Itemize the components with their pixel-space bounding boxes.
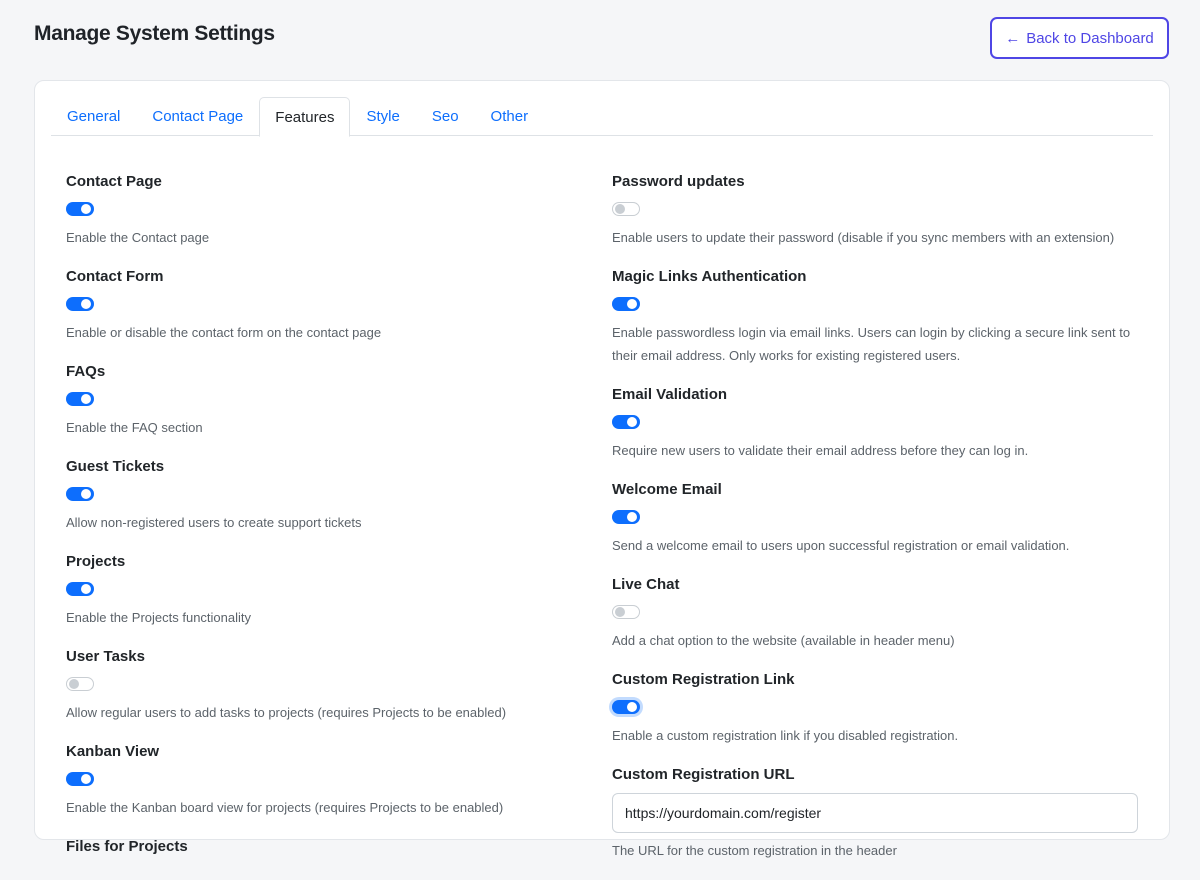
setting-label: Custom Registration URL	[612, 766, 795, 783]
live-chat-toggle[interactable]	[612, 605, 640, 619]
setting-magic-links: Magic Links Authentication Enable passwo…	[612, 267, 1142, 367]
tab-seo[interactable]: Seo	[416, 97, 475, 136]
settings-tabs: General Contact Page Features Style Seo …	[51, 97, 1153, 137]
setting-user-tasks: User Tasks Allow regular users to add ta…	[66, 647, 586, 724]
back-to-dashboard-button[interactable]: ← Back to Dashboard	[990, 17, 1169, 59]
tab-other[interactable]: Other	[475, 97, 545, 136]
setting-description: Enable or disable the contact form on th…	[66, 325, 382, 340]
setting-description: Enable users to update their password (d…	[612, 230, 1115, 245]
arrow-left-icon: ←	[1005, 29, 1021, 47]
setting-label: Guest Tickets	[66, 458, 165, 475]
setting-custom-registration-url: Custom Registration URL The URL for the …	[612, 765, 1142, 862]
setting-password-updates: Password updates Enable users to update …	[612, 172, 1142, 249]
left-settings-column: Contact Page Enable the Contact page Con…	[66, 172, 586, 875]
faqs-toggle[interactable]	[66, 392, 94, 406]
kanban-view-toggle[interactable]	[66, 772, 94, 786]
setting-label: Projects	[66, 553, 126, 570]
setting-description: Enable the Kanban board view for project…	[66, 800, 504, 815]
setting-description: Enable the Contact page	[66, 230, 210, 245]
setting-description: Allow non-registered users to create sup…	[66, 515, 362, 530]
right-settings-column: Password updates Enable users to update …	[612, 172, 1142, 880]
email-validation-toggle[interactable]	[612, 415, 640, 429]
tab-style[interactable]: Style	[350, 97, 415, 136]
setting-guest-tickets: Guest Tickets Allow non-registered users…	[66, 457, 586, 534]
setting-label: Contact Page	[66, 173, 162, 190]
user-tasks-toggle[interactable]	[66, 677, 94, 691]
guest-tickets-toggle[interactable]	[66, 487, 94, 501]
setting-label: Email Validation	[612, 386, 728, 403]
setting-welcome-email: Welcome Email Send a welcome email to us…	[612, 480, 1142, 557]
setting-label: Custom Registration Link	[612, 671, 795, 688]
tab-contact-page[interactable]: Contact Page	[136, 97, 259, 136]
custom-registration-url-input[interactable]	[612, 793, 1138, 833]
setting-description: Enable passwordless login via email link…	[612, 325, 1131, 363]
setting-files-for-projects: Files for Projects	[66, 837, 586, 857]
setting-kanban-view: Kanban View Enable the Kanban board view…	[66, 742, 586, 819]
setting-projects: Projects Enable the Projects functionali…	[66, 552, 586, 629]
setting-description: Enable the FAQ section	[66, 420, 203, 435]
setting-label: Password updates	[612, 173, 745, 190]
password-updates-toggle[interactable]	[612, 202, 640, 216]
setting-label: FAQs	[66, 363, 106, 380]
setting-description: Enable a custom registration link if you…	[612, 728, 959, 743]
setting-custom-registration-link: Custom Registration Link Enable a custom…	[612, 670, 1142, 747]
setting-description: Add a chat option to the website (availa…	[612, 633, 955, 648]
setting-description: Require new users to validate their emai…	[612, 443, 1029, 458]
setting-contact-form: Contact Form Enable or disable the conta…	[66, 267, 586, 344]
back-button-label: Back to Dashboard	[1026, 29, 1154, 47]
setting-description: Send a welcome email to users upon succe…	[612, 538, 1070, 553]
setting-contact-page: Contact Page Enable the Contact page	[66, 172, 586, 249]
setting-label: Files for Projects	[66, 838, 188, 855]
setting-description: Allow regular users to add tasks to proj…	[66, 705, 507, 720]
magic-links-toggle[interactable]	[612, 297, 640, 311]
setting-label: Welcome Email	[612, 481, 722, 498]
setting-label: Magic Links Authentication	[612, 268, 807, 285]
tab-features[interactable]: Features	[259, 97, 351, 137]
setting-description: Enable the Projects functionality	[66, 610, 251, 625]
setting-label: Contact Form	[66, 268, 164, 285]
setting-label: Live Chat	[612, 576, 680, 593]
setting-live-chat: Live Chat Add a chat option to the websi…	[612, 575, 1142, 652]
setting-faqs: FAQs Enable the FAQ section	[66, 362, 586, 439]
welcome-email-toggle[interactable]	[612, 510, 640, 524]
settings-card: General Contact Page Features Style Seo …	[34, 80, 1170, 858]
custom-registration-link-toggle[interactable]	[612, 700, 640, 714]
setting-description: The URL for the custom registration in t…	[612, 843, 897, 858]
page-title: Manage System Settings	[34, 22, 275, 45]
setting-label: User Tasks	[66, 648, 145, 665]
setting-email-validation: Email Validation Require new users to va…	[612, 385, 1142, 462]
setting-label: Kanban View	[66, 743, 160, 760]
contact-page-toggle[interactable]	[66, 202, 94, 216]
tab-general[interactable]: General	[51, 97, 136, 136]
contact-form-toggle[interactable]	[66, 297, 94, 311]
projects-toggle[interactable]	[66, 582, 94, 596]
